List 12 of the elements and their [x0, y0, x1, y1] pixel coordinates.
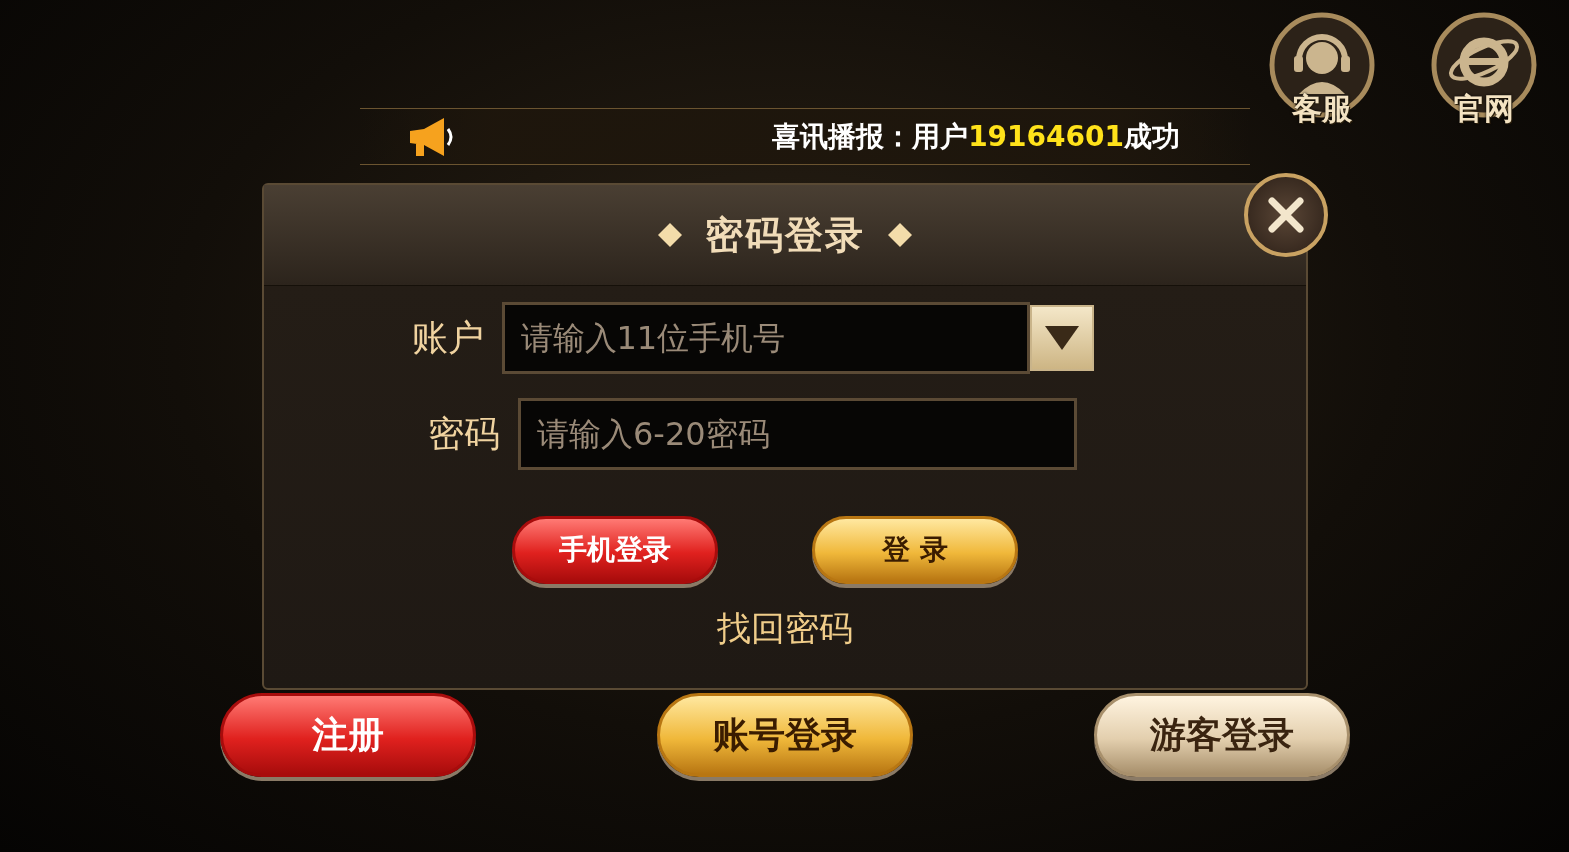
dialog-title: 密码登录 [705, 211, 865, 259]
close-icon [1266, 195, 1306, 235]
announcement-text: 喜讯播报：用户19164601成功 [772, 118, 1180, 155]
diamond-icon [657, 222, 683, 248]
diamond-icon [887, 222, 913, 248]
field-label: 账户 [411, 315, 484, 360]
field-label: 密码 [428, 411, 500, 456]
account-input[interactable]: 请输入11位手机号 [501, 302, 1030, 374]
password-input[interactable]: 请输入6-20密码 [518, 398, 1077, 470]
caret-icon [1042, 324, 1081, 352]
recover-password-link[interactable]: 找回密码 [717, 606, 853, 652]
dropdown-button[interactable] [1029, 305, 1094, 371]
